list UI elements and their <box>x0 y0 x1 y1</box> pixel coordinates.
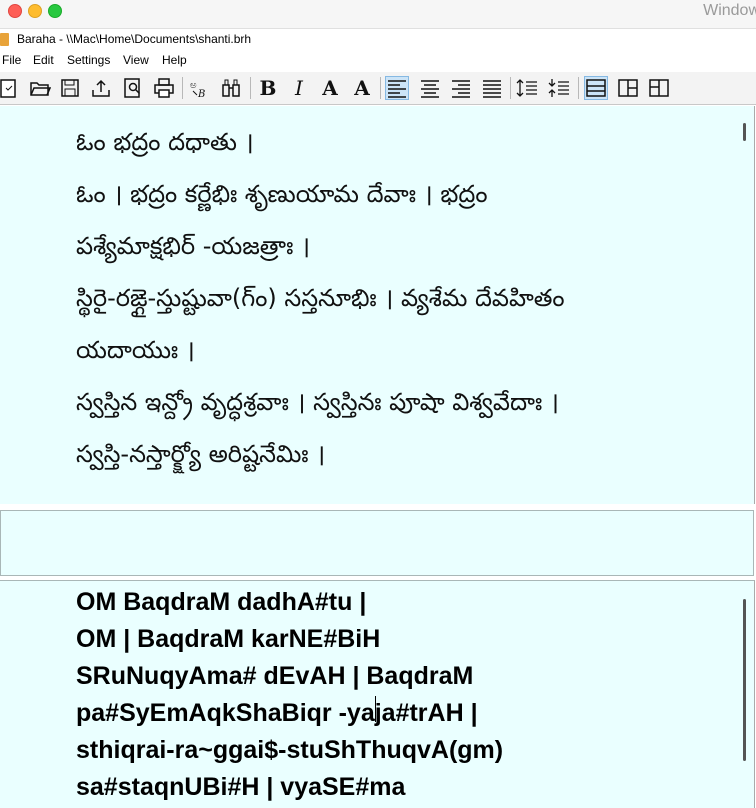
toolbar-separator <box>182 77 183 99</box>
input-line: OM | BaqdraM karNE#BiH <box>76 625 381 653</box>
line-spacing-decrease-icon <box>548 79 569 97</box>
svg-text:ಅ: ಅ <box>190 80 197 91</box>
open-button[interactable] <box>28 76 52 100</box>
input-line: sthiqrai-ra~ggai$-stuShThuqvA(gm) <box>76 736 504 764</box>
window-titlebar: Window <box>0 0 756 29</box>
align-left-button[interactable] <box>385 76 409 100</box>
menu-file[interactable]: File <box>2 53 21 67</box>
font-increase-button[interactable]: A <box>318 76 342 100</box>
toolbar-separator <box>250 77 251 99</box>
preview-button[interactable] <box>121 76 145 100</box>
telugu-line: యదాయుః । <box>76 336 195 364</box>
open-folder-icon <box>30 82 51 96</box>
baraha-app-icon <box>0 33 9 46</box>
input-pane-scrollbar[interactable] <box>743 599 746 761</box>
layout-split-panes-button[interactable] <box>647 76 671 100</box>
input-line: SRuNuqyAma# dEvAH | BaqdraM <box>76 662 474 690</box>
convert-button[interactable]: ಅB <box>188 76 212 100</box>
toolbar-separator <box>578 77 579 99</box>
output-pane-scrollbar[interactable] <box>743 123 746 141</box>
menu-view[interactable]: View <box>123 53 149 67</box>
save-icon <box>61 79 79 97</box>
align-right-icon <box>452 80 470 98</box>
new-file-button[interactable] <box>0 76 21 100</box>
text-caret <box>375 696 376 722</box>
layout-split-vertical-icon <box>618 79 638 97</box>
minimize-window-button[interactable] <box>28 4 42 18</box>
telugu-line: పశ్యేమాక్షభిర్ -యజత్రాః । <box>76 232 311 260</box>
save-button[interactable] <box>58 76 82 100</box>
print-button[interactable] <box>152 76 176 100</box>
svg-text:B: B <box>197 89 205 99</box>
menu-bar: File Edit Settings View Help <box>0 51 756 71</box>
font-increase-icon: A <box>322 76 338 100</box>
line-spacing-decrease-button[interactable] <box>547 76 571 100</box>
menu-help[interactable]: Help <box>162 53 187 67</box>
layout-split-vertical-button[interactable] <box>616 76 640 100</box>
justify-button[interactable] <box>480 76 504 100</box>
os-window-title: Window <box>703 2 756 19</box>
input-line: OM BaqdraM dadhA#tu | <box>76 588 367 616</box>
input-line: sa#staqnUBi#H | vyaSE#ma <box>76 773 406 801</box>
input-line: pa#SyEmAqkShaBiqr -yaja#trAH | <box>76 699 478 727</box>
telugu-line: ఓం । భద్రం కర్ణేభిః శృణుయామ దేవాః । భద్ర… <box>76 180 488 208</box>
binoculars-icon <box>222 79 240 97</box>
zoom-window-button[interactable] <box>48 4 62 18</box>
italic-button[interactable]: I <box>287 76 311 100</box>
new-file-icon <box>0 79 16 98</box>
bold-icon: B <box>259 76 277 100</box>
align-center-button[interactable] <box>418 76 442 100</box>
toolbar-separator <box>380 77 381 99</box>
justify-icon <box>483 80 501 98</box>
upload-icon <box>92 79 110 97</box>
telugu-output-text: ఓం భద్రం దధాతు । ఓం । భద్రం కర్ణేభిః శృణ… <box>76 116 565 480</box>
convert-script-icon: ಅB <box>190 80 205 99</box>
font-decrease-icon: A <box>354 76 370 100</box>
bold-button[interactable]: B <box>256 76 280 100</box>
menu-edit[interactable]: Edit <box>33 53 54 67</box>
telugu-line: ఓం భద్రం దధాతు । <box>76 128 254 156</box>
close-window-button[interactable] <box>8 4 22 18</box>
layout-single-icon <box>586 79 606 97</box>
align-center-icon <box>421 80 439 98</box>
app-title: Baraha - \\Mac\Home\Documents\shanti.brh <box>17 32 252 46</box>
message-pane[interactable] <box>0 510 754 576</box>
toolbar-separator <box>510 77 511 99</box>
toolbar: ಅB B I A A <box>0 72 756 105</box>
input-text[interactable]: OM BaqdraM dadhA#tu | OM | BaqdraM karNE… <box>76 584 503 806</box>
preview-icon <box>124 78 141 98</box>
telugu-line: స్వస్తి-నస్తార్క్ష్యో అరిష్టనేమిః । <box>76 440 326 468</box>
printer-icon <box>154 78 174 98</box>
layout-split-panes-icon <box>649 79 669 97</box>
align-left-icon <box>388 80 406 98</box>
app-title-bar: Baraha - \\Mac\Home\Documents\shanti.brh <box>0 29 756 51</box>
italic-icon: I <box>295 76 303 100</box>
align-right-button[interactable] <box>449 76 473 100</box>
find-button[interactable] <box>219 76 243 100</box>
telugu-line: స్థిరై-రఙ్గై-స్తుష్టువా(గ్ం) సస్తనూభిః ।… <box>76 284 565 312</box>
line-spacing-increase-icon <box>516 79 537 97</box>
menu-settings[interactable]: Settings <box>67 53 110 67</box>
font-decrease-button[interactable]: A <box>350 76 374 100</box>
layout-single-button[interactable] <box>584 76 608 100</box>
telugu-line: స్వస్తిన ఇన్ద్రో వృద్ధశ్రవాః । స్వస్తినః… <box>76 388 559 416</box>
upload-button[interactable] <box>89 76 113 100</box>
line-spacing-increase-button[interactable] <box>515 76 539 100</box>
